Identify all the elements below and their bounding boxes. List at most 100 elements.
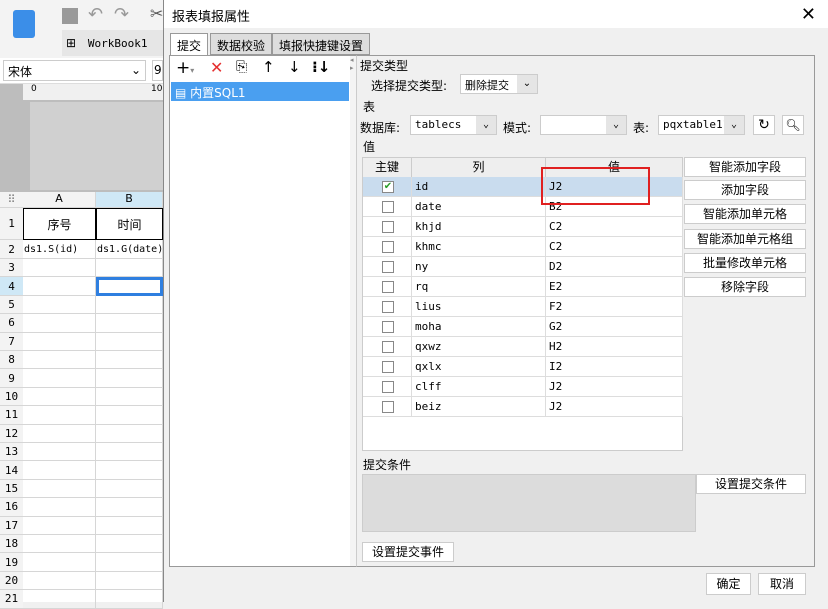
copy-icon[interactable]: ⎘ — [236, 59, 247, 75]
save-icon[interactable] — [62, 8, 78, 24]
move-down-icon[interactable]: ↓ — [288, 58, 301, 76]
cell-b6[interactable] — [96, 314, 163, 333]
schema-select[interactable]: ⌄ — [540, 115, 627, 135]
condition-area[interactable] — [362, 474, 696, 532]
row-header[interactable]: 8 — [0, 351, 23, 370]
row-header[interactable]: 10 — [0, 387, 23, 407]
table-row[interactable]: lius F2 — [363, 297, 683, 317]
row-header[interactable]: 5 — [0, 295, 23, 315]
preview-search-icon[interactable]: 🔍︎ — [782, 115, 804, 135]
font-select[interactable]: 宋体 ⌄ — [3, 60, 146, 81]
report-icon[interactable] — [13, 10, 35, 38]
tab-data-validation[interactable]: 数据校验 — [210, 33, 273, 55]
checkbox[interactable] — [382, 381, 394, 393]
row-header[interactable]: 20 — [0, 571, 23, 591]
cancel-button[interactable]: 取消 — [758, 573, 806, 595]
column-cell[interactable]: lius — [412, 297, 546, 317]
cell-b8[interactable] — [96, 351, 163, 370]
row-header[interactable]: 7 — [0, 332, 23, 351]
smart-add-cell-button[interactable]: 智能添加单元格 — [684, 204, 806, 224]
table-row[interactable]: khmc C2 — [363, 237, 683, 257]
table-row[interactable]: clff J2 — [363, 377, 683, 397]
column-header-b[interactable]: B — [96, 192, 163, 208]
cell-a16[interactable] — [23, 498, 96, 517]
table-row[interactable]: rq E2 — [363, 277, 683, 297]
row-header[interactable]: 19 — [0, 553, 23, 572]
column-cell[interactable]: ny — [412, 257, 546, 277]
list-item[interactable]: ▤ 内置SQL1 — [171, 82, 349, 101]
table-row[interactable]: qxwz H2 — [363, 337, 683, 357]
cell-a18[interactable] — [23, 535, 96, 554]
checkbox[interactable] — [382, 201, 394, 213]
row-header[interactable]: 11 — [0, 406, 23, 425]
delete-icon[interactable]: ✕ — [210, 58, 223, 77]
row-header[interactable]: 2 — [0, 240, 23, 259]
set-condition-button[interactable]: 设置提交条件 — [696, 474, 806, 494]
cell-a9[interactable] — [23, 369, 96, 388]
cell-b19[interactable] — [96, 553, 163, 572]
move-up-icon[interactable]: ↑ — [262, 58, 275, 76]
add-field-button[interactable]: 添加字段 — [684, 180, 806, 200]
cell-a14[interactable] — [23, 461, 96, 480]
batch-modify-cells-button[interactable]: 批量修改单元格 — [684, 253, 806, 273]
cell-b3[interactable] — [96, 259, 163, 278]
row-header[interactable]: 16 — [0, 498, 23, 517]
table-row[interactable]: moha G2 — [363, 317, 683, 337]
row-header[interactable]: 9 — [0, 369, 23, 388]
cell-b1[interactable]: 时间 — [96, 208, 163, 240]
value-cell[interactable]: J2 — [546, 377, 683, 397]
checkbox[interactable] — [382, 301, 394, 313]
cell-a8[interactable] — [23, 351, 96, 370]
checkbox[interactable] — [382, 241, 394, 253]
tab-shortcut-settings[interactable]: 填报快捷键设置 — [272, 33, 371, 55]
cell-b2[interactable]: ds1.G(date) — [96, 240, 163, 259]
ok-button[interactable]: 确定 — [706, 573, 751, 595]
select-all-icon[interactable]: ⠿ — [0, 192, 23, 208]
cell-b21[interactable] — [96, 590, 163, 609]
row-header[interactable]: 17 — [0, 516, 23, 535]
column-cell[interactable]: khmc — [412, 237, 546, 257]
cell-a21[interactable] — [23, 590, 96, 609]
cell-a12[interactable] — [23, 424, 96, 443]
checkbox[interactable] — [382, 341, 394, 353]
row-header[interactable]: 1 — [0, 208, 23, 240]
column-cell[interactable]: khjd — [412, 217, 546, 237]
value-cell[interactable]: C2 — [546, 217, 683, 237]
column-cell[interactable]: date — [412, 197, 546, 217]
smart-add-field-button[interactable]: 智能添加字段 — [684, 157, 806, 177]
checkbox[interactable] — [382, 281, 394, 293]
smart-add-cell-group-button[interactable]: 智能添加单元格组 — [684, 229, 806, 249]
cell-a2[interactable]: ds1.S(id) — [23, 240, 96, 259]
cell-b18[interactable] — [96, 535, 163, 554]
tab-submit[interactable]: 提交 — [170, 33, 209, 56]
column-cell[interactable]: id — [412, 177, 546, 197]
checkbox[interactable] — [382, 321, 394, 333]
column-cell[interactable]: qxlx — [412, 357, 546, 377]
column-cell[interactable]: clff — [412, 377, 546, 397]
row-header[interactable]: 13 — [0, 443, 23, 462]
row-header[interactable]: 21 — [0, 590, 23, 609]
cell-a19[interactable] — [23, 553, 96, 572]
header-column[interactable]: 列 — [412, 158, 546, 177]
cell-a1[interactable]: 序号 — [23, 208, 96, 240]
redo-icon[interactable]: ↷ — [114, 4, 129, 25]
column-header-a[interactable]: A — [23, 192, 96, 208]
row-header[interactable]: 15 — [0, 479, 23, 499]
cell-a15[interactable] — [23, 479, 96, 499]
database-select[interactable]: tablecs ⌄ — [410, 115, 497, 135]
header-primary-key[interactable]: 主键 — [363, 158, 412, 177]
undo-icon[interactable]: ↶ — [88, 4, 103, 25]
cell-b11[interactable] — [96, 406, 163, 425]
row-header[interactable]: 12 — [0, 424, 23, 443]
table-row[interactable]: beiz J2 — [363, 397, 683, 417]
checkbox[interactable] — [382, 401, 394, 413]
value-cell[interactable]: D2 — [546, 257, 683, 277]
value-cell[interactable]: I2 — [546, 357, 683, 377]
row-header[interactable]: 4 — [0, 277, 23, 296]
column-cell[interactable]: rq — [412, 277, 546, 297]
column-cell[interactable]: qxwz — [412, 337, 546, 357]
font-size-select[interactable]: 9 — [152, 60, 163, 81]
cell-b13[interactable] — [96, 443, 163, 462]
set-submit-event-button[interactable]: 设置提交事件 — [362, 542, 454, 562]
row-header[interactable]: 18 — [0, 535, 23, 554]
